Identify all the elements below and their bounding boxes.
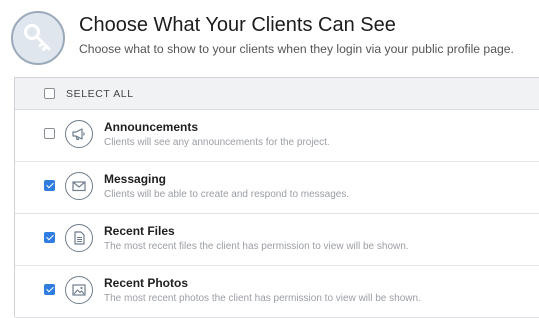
recent-files-checkbox[interactable]	[44, 232, 55, 243]
option-row-messaging[interactable]: Messaging Clients will be able to create…	[15, 162, 539, 214]
messaging-checkbox[interactable]	[44, 180, 55, 191]
page-title: Choose What Your Clients Can See	[79, 14, 396, 36]
messaging-description: Clients will be able to create and respo…	[104, 189, 350, 200]
recent-files-description: The most recent files the client has per…	[104, 241, 409, 252]
recent-photos-checkbox[interactable]	[44, 284, 55, 295]
select-all-checkbox[interactable]	[44, 88, 55, 99]
announcements-description: Clients will see any announcements for t…	[104, 137, 330, 148]
recent-photos-title: Recent Photos	[104, 276, 189, 290]
megaphone-icon	[65, 120, 93, 148]
announcements-checkbox[interactable]	[44, 128, 55, 139]
page-header: Choose What Your Clients Can See Choose …	[0, 0, 539, 78]
page-subtitle: Choose what to show to your clients when…	[79, 42, 514, 56]
option-row-recent-files[interactable]: Recent Files The most recent files the c…	[15, 214, 539, 266]
select-all-row[interactable]: SELECT ALL	[15, 78, 539, 110]
key-icon	[11, 11, 65, 65]
messaging-title: Messaging	[104, 172, 167, 186]
visibility-options-panel: SELECT ALL Announcements Clients will se…	[14, 77, 539, 318]
option-row-announcements[interactable]: Announcements Clients will see any annou…	[15, 110, 539, 162]
envelope-icon	[65, 172, 93, 200]
document-icon	[65, 224, 93, 252]
recent-files-title: Recent Files	[104, 224, 175, 238]
photo-icon	[65, 276, 93, 304]
option-row-recent-photos[interactable]: Recent Photos The most recent photos the…	[15, 266, 539, 318]
recent-photos-description: The most recent photos the client has pe…	[104, 293, 421, 304]
announcements-title: Announcements	[104, 120, 199, 134]
select-all-label: SELECT ALL	[66, 88, 134, 100]
